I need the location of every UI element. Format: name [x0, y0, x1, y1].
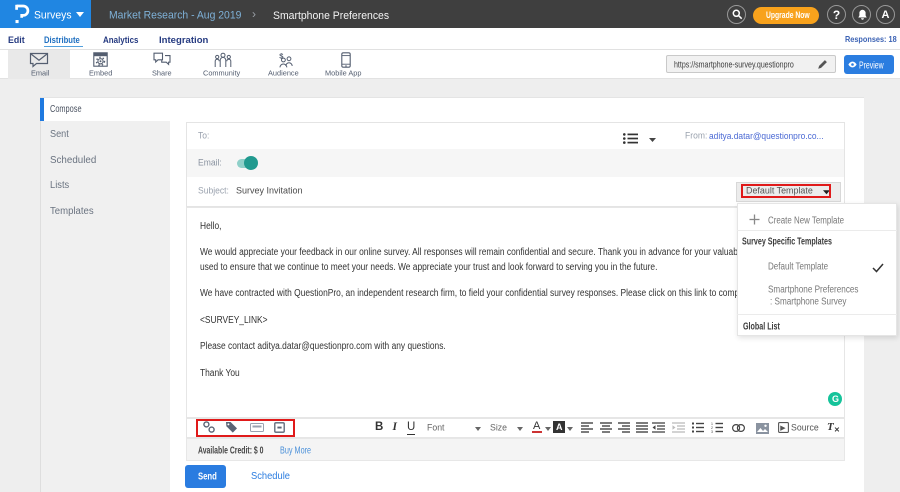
svg-text:3: 3 [711, 430, 713, 433]
svg-text:▶: ▶ [780, 425, 786, 432]
